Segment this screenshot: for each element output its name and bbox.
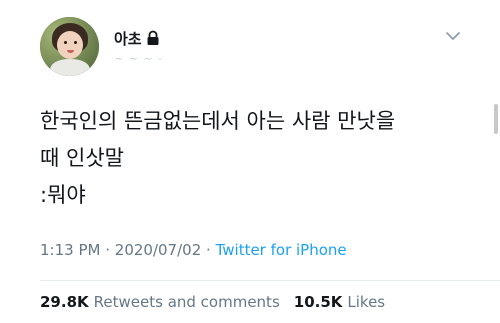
likes-label[interactable]: Likes <box>347 293 385 311</box>
retweets-label[interactable]: Retweets and comments <box>94 293 280 311</box>
tweet-text: 한국인의 뜬금없는데서 아는 사람 만낫을 때 인삿말 :뭐야 <box>40 103 480 214</box>
tweet-meta: 1:13 PM · 2020/07/02 · Twitter for iPhon… <box>40 241 347 259</box>
user-name-row[interactable]: 아초 <box>114 27 160 49</box>
chevron-down-icon[interactable] <box>445 30 461 42</box>
tweet-text-line: 때 인삿말 <box>40 146 124 170</box>
lock-icon <box>147 30 159 45</box>
meta-separator: · <box>105 241 115 259</box>
likes-count[interactable]: 10.5K <box>294 293 343 311</box>
tweet-time[interactable]: 1:13 PM <box>40 241 100 259</box>
tweet-text-line: 한국인의 뜬금없는데서 아는 사람 만낫을 <box>40 109 396 133</box>
display-name[interactable]: 아초 <box>114 28 142 49</box>
tweet-source-link[interactable]: Twitter for iPhone <box>216 241 347 259</box>
avatar[interactable] <box>40 17 99 76</box>
divider <box>40 280 500 281</box>
scrollbar[interactable] <box>494 104 498 134</box>
tweet-stats: 29.8K Retweets and comments 10.5K Likes <box>40 293 399 311</box>
retweets-count[interactable]: 29.8K <box>40 293 89 311</box>
user-handle[interactable]: ~ ~ ~ - <box>114 52 163 65</box>
tweet-card: 아초 ~ ~ ~ - 한국인의 뜬금없는데서 아는 사람 만낫을 때 인삿말 :… <box>0 0 500 323</box>
tweet-date[interactable]: 2020/07/02 <box>115 241 201 259</box>
tweet-text-line: :뭐야 <box>40 183 86 207</box>
meta-separator: · <box>206 241 216 259</box>
